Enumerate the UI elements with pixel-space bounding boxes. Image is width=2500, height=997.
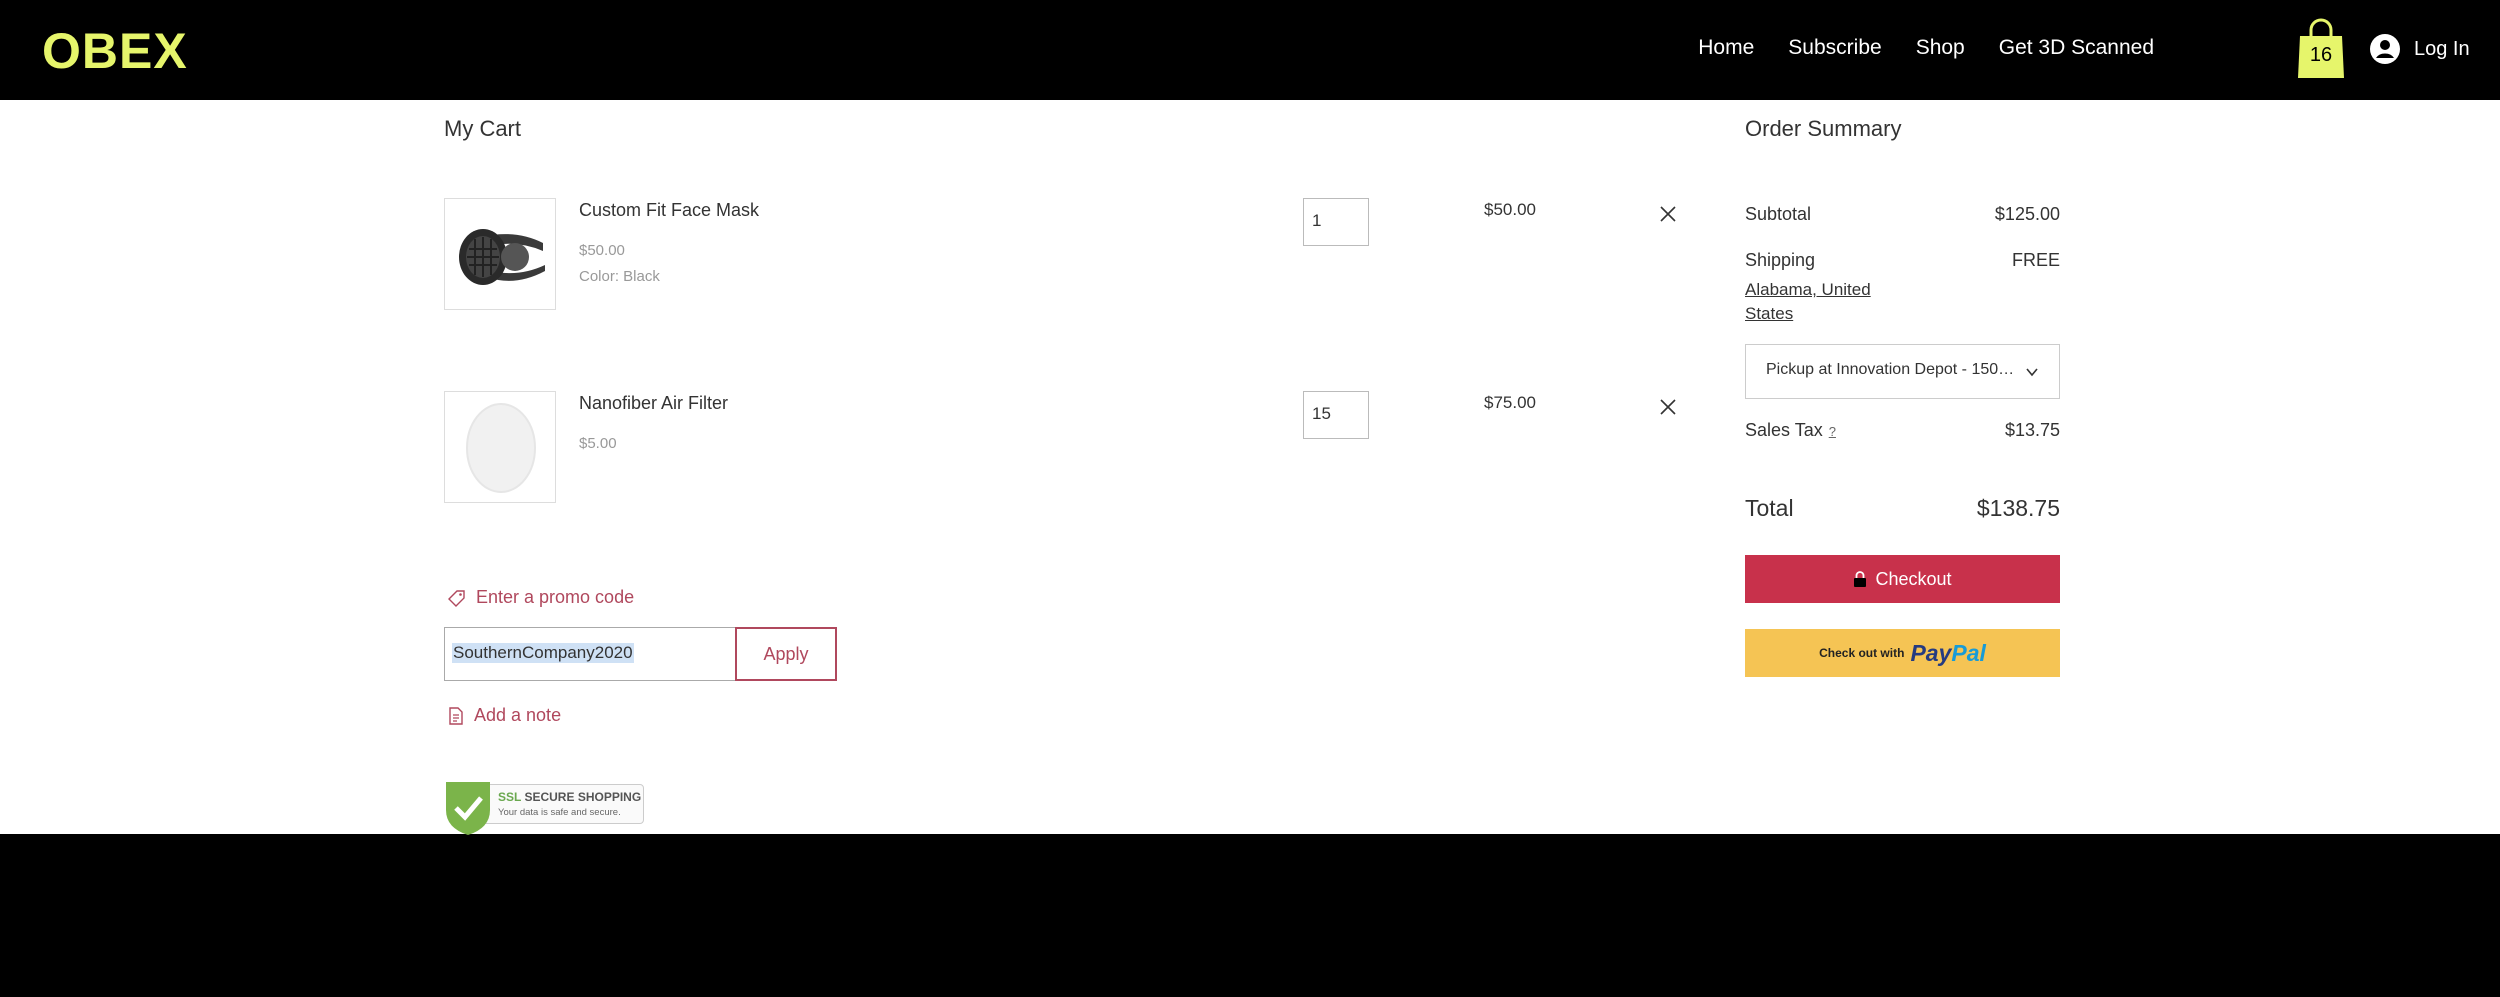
close-icon (1660, 206, 1676, 222)
checkout-button[interactable]: Checkout (1745, 555, 2060, 603)
promo-code-link-label: Enter a promo code (476, 587, 635, 607)
shipping-method-value: Pickup at Innovation Depot - 1500 1st Av… (1766, 361, 2016, 378)
remove-item-button[interactable] (1656, 395, 1680, 419)
page-title: My Cart (444, 116, 521, 141)
apply-promo-button[interactable]: Apply (735, 627, 837, 681)
shipping-method-dropdown[interactable]: Pickup at Innovation Depot - 1500 1st Av… (1745, 344, 2060, 399)
quantity-input[interactable]: 15 (1303, 391, 1369, 439)
shipping-value: FREE (2011, 250, 2060, 270)
tax-help-link[interactable]: ? (1829, 424, 1836, 439)
paypal-checkout-button[interactable]: Check out with PayPal (1745, 629, 2060, 677)
close-icon (1660, 399, 1676, 415)
login-label: Log In (2414, 37, 2470, 60)
ssl-title: SSL SECURE SHOPPING (498, 790, 642, 804)
item-unit-price: $5.00 (579, 435, 617, 452)
add-note-label: Add a note (474, 705, 562, 725)
shopping-bag-icon[interactable]: 16 (2296, 18, 2346, 80)
paypal-small-label: Check out with (1819, 646, 1905, 660)
note-icon (449, 706, 463, 725)
main-nav: Home Subscribe Shop Get 3D Scanned (1698, 36, 2154, 60)
sales-tax-label: Sales Tax? (1745, 420, 1836, 440)
cart-item: Nanofiber Air Filter $5.00 15 $75.00 (444, 391, 1684, 503)
total-value: $138.75 (1976, 495, 2060, 521)
ssl-subtitle: Your data is safe and secure. (498, 807, 621, 818)
paypal-logo: PayPal (1910, 639, 1986, 666)
nav-home[interactable]: Home (1698, 36, 1754, 60)
total-label: Total (1745, 495, 1794, 521)
subtotal-value: $125.00 (1994, 204, 2060, 224)
nav-shop[interactable]: Shop (1916, 36, 1965, 60)
face-mask-image[interactable] (444, 198, 556, 310)
remove-item-button[interactable] (1656, 202, 1680, 226)
ssl-secure-badge: SSL SECURE SHOPPING Your data is safe an… (444, 780, 644, 835)
item-name[interactable]: Nanofiber Air Filter (579, 393, 728, 414)
sales-tax-value: $13.75 (2004, 420, 2060, 440)
cart-item: Custom Fit Face Mask $50.00 Color: Black… (444, 198, 1684, 310)
site-logo[interactable]: OBEX (42, 22, 188, 80)
user-avatar-icon (2370, 34, 2400, 64)
cart-count-badge: 16 (2309, 44, 2333, 66)
item-line-total: $75.00 (1484, 393, 1536, 412)
shipping-label: Shipping (1745, 250, 1816, 270)
subtotal-label: Subtotal (1745, 204, 1812, 224)
quantity-input[interactable]: 1 (1303, 198, 1369, 246)
promo-code-value: SouthernCompany2020 (452, 643, 634, 663)
air-filter-image[interactable] (444, 391, 556, 503)
shipping-location-link[interactable]: Alabama, United States (1745, 278, 1905, 326)
item-line-total: $50.00 (1484, 200, 1536, 219)
promo-code-link[interactable]: Enter a promo code (448, 587, 634, 608)
item-unit-price: $50.00 (579, 242, 625, 259)
login-button[interactable]: Log In (2370, 34, 2470, 64)
item-option: Color: Black (579, 268, 660, 285)
order-summary-title: Order Summary (1745, 116, 1902, 141)
nav-get-3d-scanned[interactable]: Get 3D Scanned (1999, 36, 2154, 60)
item-name[interactable]: Custom Fit Face Mask (579, 200, 759, 221)
site-header: OBEX Home Subscribe Shop Get 3D Scanned … (0, 0, 2500, 100)
chevron-down-icon (2026, 368, 2038, 377)
checkout-label: Checkout (1875, 568, 1952, 589)
nav-subscribe[interactable]: Subscribe (1788, 36, 1881, 60)
cart-page: My Cart Custom Fit Face Mask $50.00 Colo… (0, 100, 2500, 835)
shield-check-icon (446, 782, 490, 835)
tag-icon (448, 589, 465, 607)
lock-icon (1854, 571, 1867, 587)
add-note-link[interactable]: Add a note (448, 705, 561, 726)
